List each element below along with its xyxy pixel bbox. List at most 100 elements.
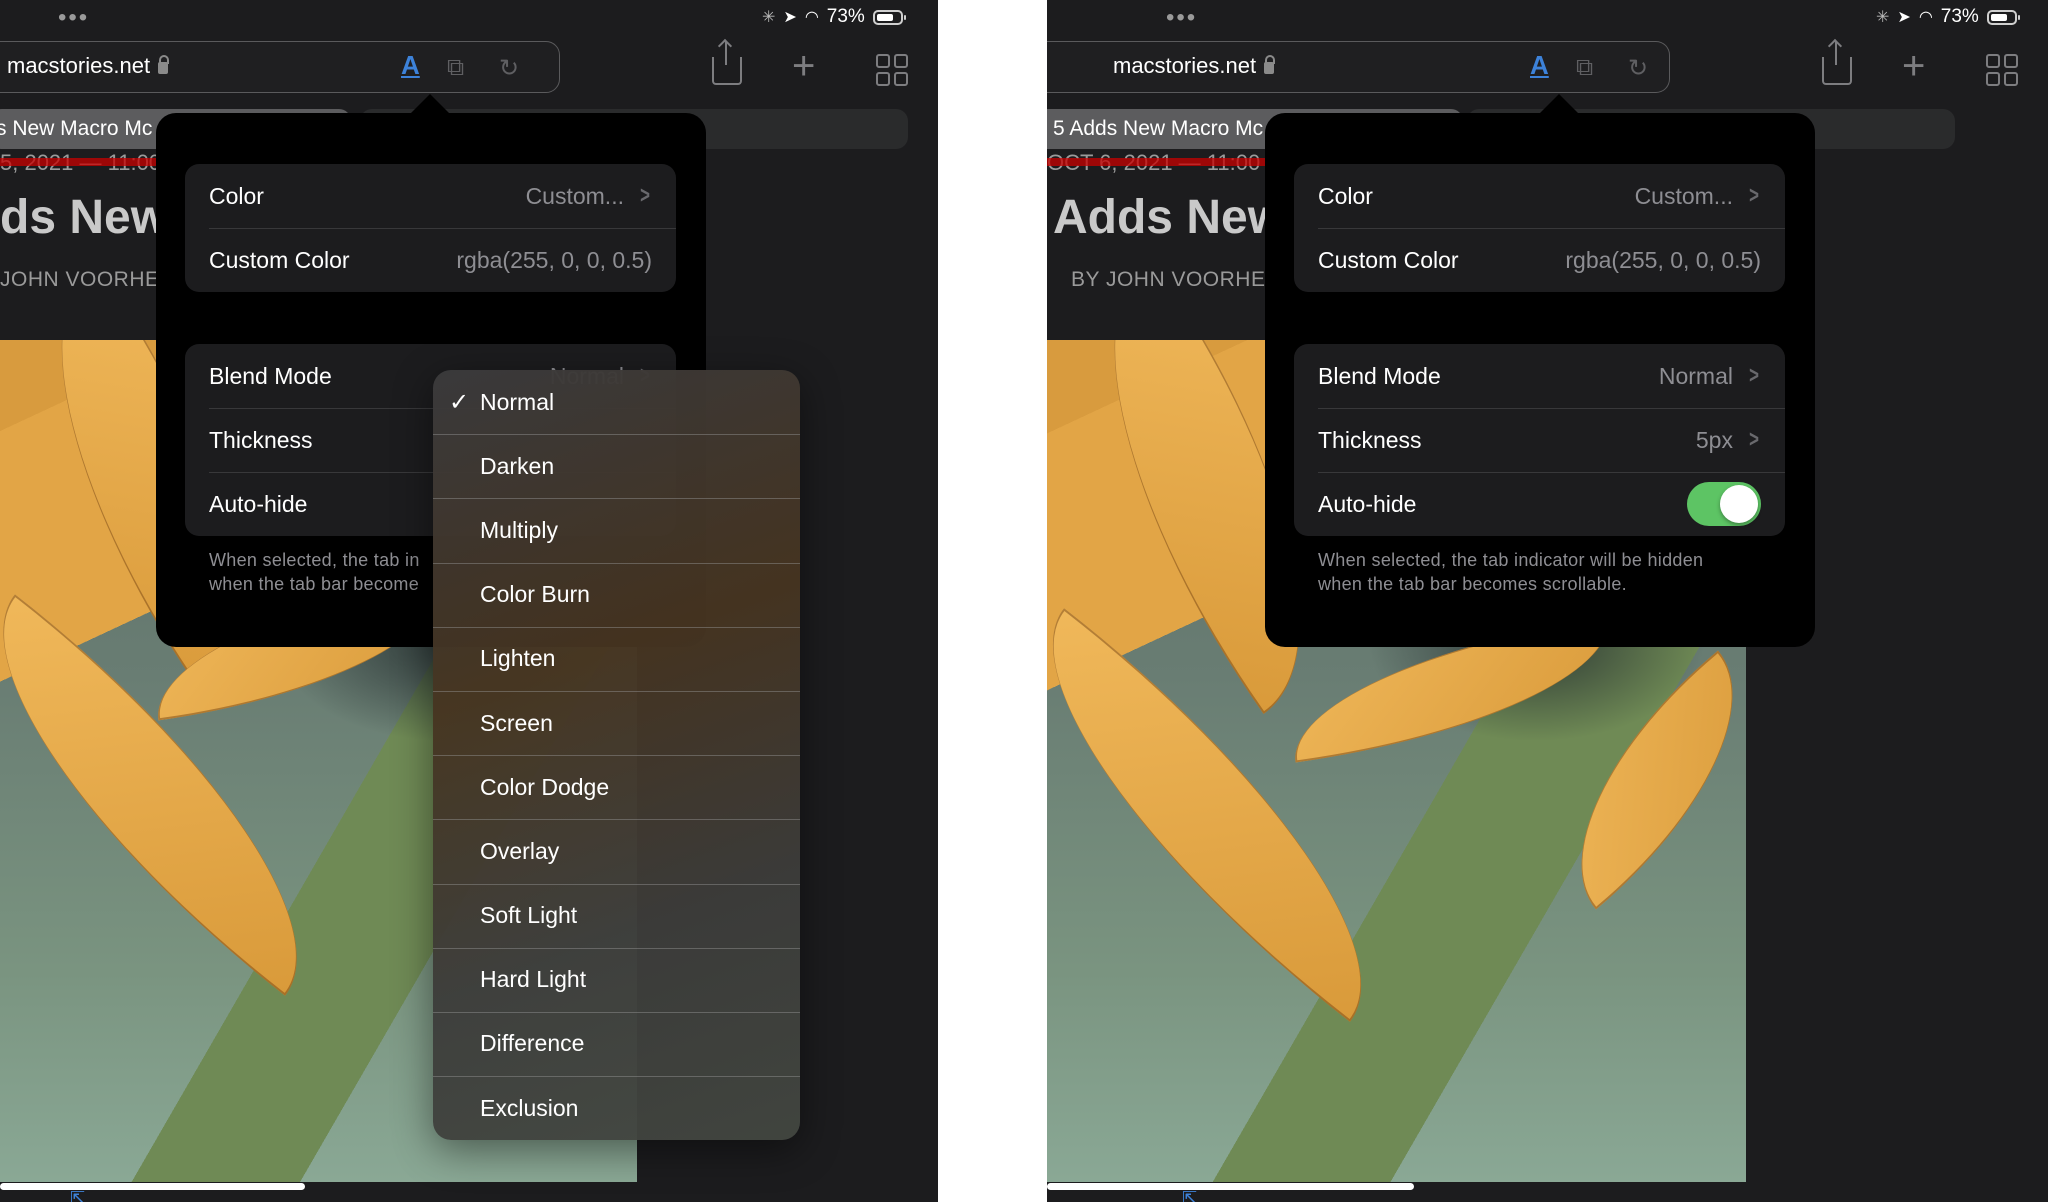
blend-menu-item-lighten[interactable]: Lighten	[433, 626, 800, 691]
share-icon	[712, 41, 742, 85]
blend-menu-item-screen[interactable]: Screen	[433, 690, 800, 755]
tab-indicator-settings-popover: Color Custom... > Custom Color rgba(255, …	[1265, 113, 1815, 647]
url-text: macstories.net	[7, 53, 151, 78]
tab-indicator-preview	[0, 158, 160, 166]
color-row[interactable]: Color Custom... >	[1294, 164, 1785, 228]
multitasking-dots[interactable]: •••	[1166, 6, 1197, 30]
blend-menu-item-multiply[interactable]: Multiply	[433, 498, 800, 562]
battery-icon	[1986, 9, 2020, 25]
blend-mode-value: Normal	[1658, 362, 1733, 389]
article-date: 5, 2021 — 11:00	[0, 152, 161, 174]
tab-overview-button[interactable]	[876, 54, 908, 86]
lock-icon	[158, 55, 170, 74]
blend-menu-item-label: Lighten	[480, 645, 556, 672]
blend-mode-menu: ✓ Normal Darken Multiply Color Burn Lighten Sc…	[433, 370, 800, 1141]
lock-icon	[1264, 55, 1276, 74]
popover-arrow	[410, 94, 450, 114]
blend-menu-item-label: Normal	[480, 388, 555, 415]
plus-icon: +	[792, 44, 816, 88]
extension-puzzle-icon[interactable]: ⧉	[1576, 54, 1593, 82]
address-bar[interactable]: macstories.net A ⧉ ↻	[1047, 41, 1670, 93]
blend-menu-item-soft-light[interactable]: Soft Light	[433, 883, 800, 948]
custom-color-row[interactable]: Custom Color rgba(255, 0, 0, 0.5)	[185, 228, 676, 292]
multitasking-dots[interactable]: •••	[58, 6, 89, 30]
custom-color-row[interactable]: Custom Color rgba(255, 0, 0, 0.5)	[1294, 228, 1785, 292]
blend-menu-item-label: Color Dodge	[480, 773, 610, 800]
activity-icon: ✳	[1876, 9, 1890, 26]
new-tab-button[interactable]: +	[792, 46, 815, 86]
share-button[interactable]	[1822, 41, 1852, 85]
plus-icon: +	[1902, 44, 1926, 88]
page-format-icon[interactable]: A	[1530, 50, 1549, 81]
blend-menu-item-label: Multiply	[480, 516, 558, 543]
autohide-footer-note: When selected, the tab indicator will be…	[1318, 550, 1704, 594]
blend-mode-row[interactable]: Blend Mode Normal>	[1294, 344, 1785, 408]
screen-right-settings: ••• ✳ ➤ ◠ 73% macstories.net A ⧉ ↻ + 5 A…	[1047, 0, 2048, 1202]
blend-menu-item-label: Exclusion	[480, 1094, 579, 1121]
url-text: macstories.net	[1113, 53, 1257, 78]
blend-menu-item-label: Overlay	[480, 837, 560, 864]
article-headline: Adds New	[1053, 191, 1286, 244]
custom-color-input[interactable]: rgba(255, 0, 0, 0.5)	[456, 247, 652, 274]
article-byline: BY JOHN VOORHE	[1071, 268, 1266, 291]
wifi-icon: ◠	[1918, 9, 1933, 26]
external-link-icon: ⇱	[70, 1188, 86, 1202]
tab-overview-button[interactable]	[1986, 54, 2018, 86]
article-byline: JOHN VOORHE	[0, 268, 160, 291]
thickness-value: 5px	[1695, 426, 1733, 453]
blend-menu-item-label: Soft Light	[480, 902, 578, 929]
blend-menu-item-color-dodge[interactable]: Color Dodge	[433, 755, 800, 819]
color-value: Custom...	[525, 182, 624, 209]
blend-menu-item-label: Hard Light	[480, 966, 587, 993]
extension-puzzle-icon[interactable]: ⧉	[447, 54, 464, 82]
share-icon	[1822, 41, 1852, 85]
share-button[interactable]	[712, 41, 742, 85]
battery-icon	[872, 9, 906, 25]
blend-menu-item-hard-light[interactable]: Hard Light	[433, 947, 800, 1012]
autohide-toggle[interactable]	[1687, 482, 1761, 526]
screen-left-blend-menu-open: ••• ✳ ➤ ◠ 73% macstories.net A ⧉ ↻ + s N…	[0, 0, 938, 1202]
chevron-right-icon: >	[1749, 362, 1759, 389]
toggle-knob[interactable]	[1720, 485, 1758, 523]
chevron-right-icon: >	[1749, 426, 1759, 453]
blend-menu-item-difference[interactable]: Difference	[433, 1011, 800, 1076]
autohide-row: Auto-hide	[1294, 472, 1785, 536]
new-tab-button[interactable]: +	[1902, 46, 1925, 86]
location-icon: ➤	[783, 9, 797, 26]
blend-menu-item-label: Color Burn	[480, 581, 590, 608]
reload-icon[interactable]: ↻	[1628, 54, 1648, 83]
style-settings-group: Blend Mode Normal > Thickness 5px > Auto-h…	[1294, 344, 1785, 536]
blend-menu-item-normal[interactable]: ✓ Normal	[433, 370, 800, 434]
blend-menu-item-exclusion[interactable]: Exclusion	[433, 1076, 800, 1140]
autohide-footer-note: When selected, the tab in when the tab b…	[209, 550, 420, 594]
status-bar: ✳ ➤ ◠ 73%	[762, 6, 906, 28]
blend-menu-item-color-burn[interactable]: Color Burn	[433, 562, 800, 627]
tab-indicator-preview	[1047, 158, 1267, 166]
battery-percent: 73%	[826, 6, 865, 27]
checkmark-icon: ✓	[449, 388, 470, 416]
activity-icon: ✳	[762, 9, 776, 26]
blend-menu-item-darken[interactable]: Darken	[433, 434, 800, 498]
article-headline: ds New	[0, 191, 169, 244]
tab-grid-icon	[1986, 54, 2018, 86]
chevron-right-icon: >	[640, 182, 650, 209]
blend-menu-item-label: Screen	[480, 709, 553, 736]
blend-menu-item-overlay[interactable]: Overlay	[433, 819, 800, 883]
address-bar[interactable]: macstories.net A ⧉ ↻	[0, 41, 560, 93]
color-value: Custom...	[1634, 182, 1733, 209]
status-bar: ✳ ➤ ◠ 73%	[1876, 6, 2020, 28]
popover-arrow	[1539, 94, 1579, 114]
chevron-right-icon: >	[1749, 182, 1759, 209]
location-icon: ➤	[1897, 9, 1911, 26]
external-link-icon: ⇱	[1182, 1188, 1198, 1202]
color-row[interactable]: Color Custom... >	[185, 164, 676, 228]
reload-icon[interactable]: ↻	[499, 54, 519, 83]
custom-color-input[interactable]: rgba(255, 0, 0, 0.5)	[1565, 247, 1761, 274]
battery-percent: 73%	[1940, 6, 1979, 27]
wifi-icon: ◠	[804, 9, 819, 26]
home-indicator[interactable]	[1047, 1183, 1414, 1190]
color-settings-group: Color Custom... > Custom Color rgba(255, …	[1294, 164, 1785, 292]
page-format-icon[interactable]: A	[401, 50, 420, 81]
thickness-row[interactable]: Thickness 5px >	[1294, 408, 1785, 472]
home-indicator[interactable]	[0, 1183, 305, 1190]
